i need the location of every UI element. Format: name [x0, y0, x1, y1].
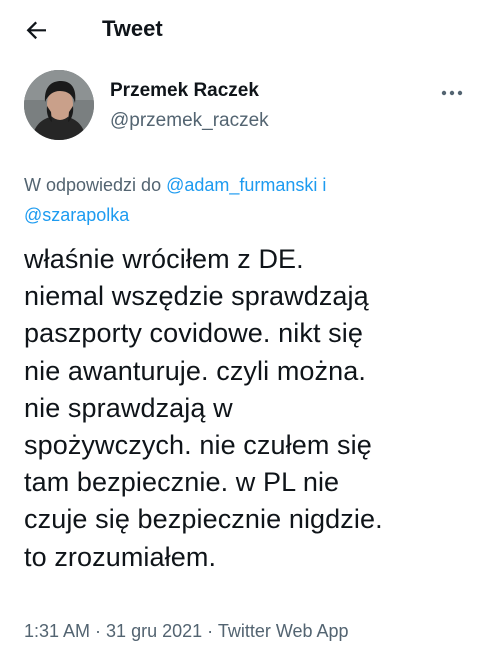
tweet-source[interactable]: Twitter Web App	[218, 621, 349, 641]
avatar-image	[24, 70, 94, 140]
reply-user-link[interactable]: @adam_furmanski	[166, 175, 317, 195]
page-title: Tweet	[102, 16, 163, 41]
arrow-left-icon	[26, 21, 46, 40]
reply-user-link[interactable]: @szarapolka	[24, 205, 129, 225]
author-name[interactable]: Przemek Raczek	[110, 80, 259, 102]
tweet-meta: 1:31 AM · 31 gru 2021 · Twitter Web App	[24, 621, 349, 642]
tweet-date[interactable]: 31 gru 2021	[106, 621, 202, 641]
top-bar: Tweet	[0, 0, 480, 58]
back-button[interactable]	[24, 17, 50, 43]
reply-prefix: W odpowiedzi do	[24, 175, 167, 195]
reply-context: W odpowiedzi do @adam_furmanski i @szarap…	[24, 170, 464, 230]
more-button[interactable]	[434, 84, 464, 102]
more-horizontal-icon	[441, 90, 463, 96]
meta-separator: ·	[202, 621, 218, 641]
tweet-time[interactable]: 1:31 AM	[24, 621, 90, 641]
tweet-text: właśnie wróciłem z DE. niemal wszędzie s…	[24, 244, 383, 572]
author-handle[interactable]: @przemek_raczek	[110, 110, 269, 132]
meta-separator: ·	[90, 621, 107, 641]
tweet-author: Przemek Raczek @przemek_raczek	[24, 70, 464, 142]
avatar[interactable]	[24, 70, 94, 140]
reply-joiner: i	[317, 175, 327, 195]
